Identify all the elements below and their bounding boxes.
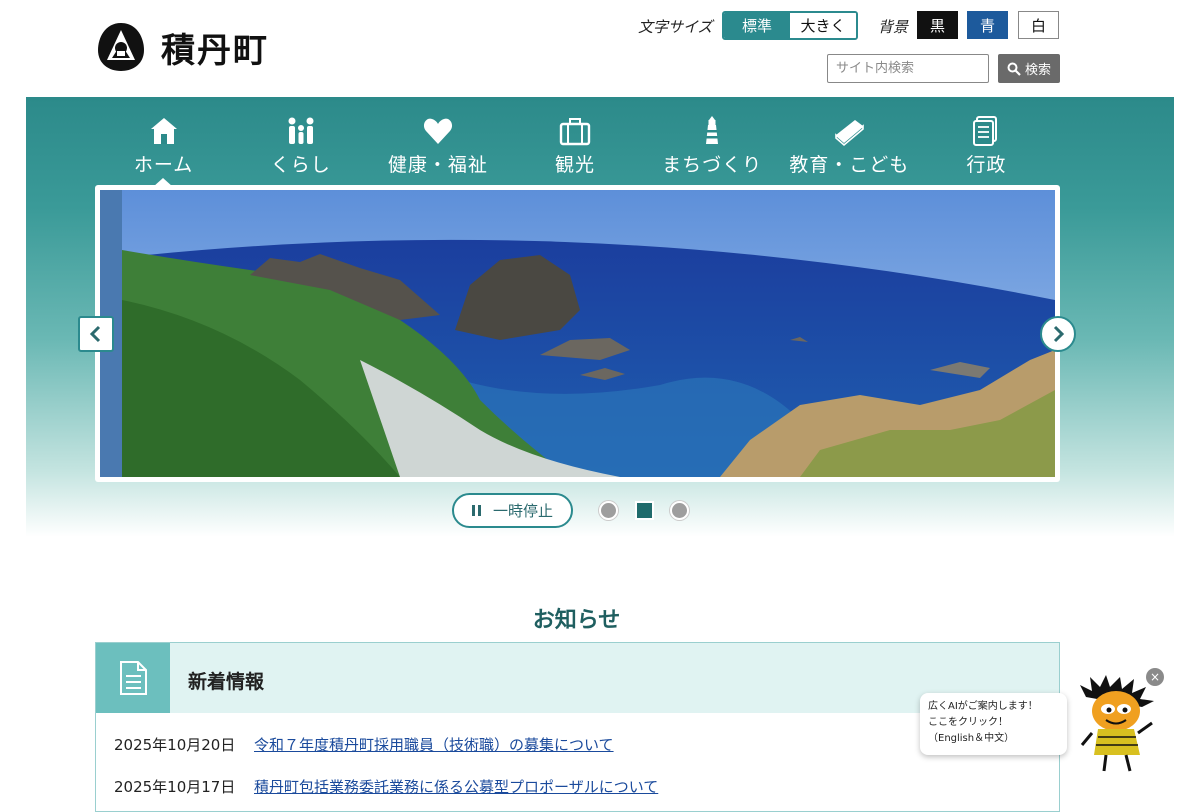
chevron-right-icon xyxy=(1053,325,1065,343)
global-nav: ホーム くらし 健康・福祉 観光 まちづくり 教育・こども 行政 xyxy=(95,112,1055,182)
slider-dot-1[interactable] xyxy=(599,501,618,520)
nav-item-label: 行政 xyxy=(966,154,1007,176)
nav-item-education[interactable]: 教育・こども xyxy=(781,112,918,182)
chevron-left-icon xyxy=(89,325,101,343)
news-link[interactable]: 令和７年度積丹町採用職員（技術職）の募集について xyxy=(254,734,614,755)
nav-item-health[interactable]: 健康・福祉 xyxy=(369,112,506,182)
nav-item-label: 観光 xyxy=(554,154,595,176)
news-list-item: 2025年10月17日 積丹町包括業務委託業務に係る公募型プロポーザルについて xyxy=(114,776,658,797)
font-size-toggle: 標準 大きく xyxy=(722,11,858,40)
background-label: 背景 xyxy=(878,18,909,36)
nav-item-town-planning[interactable]: まちづくり xyxy=(644,112,781,182)
news-header: 新着情報 xyxy=(96,643,1059,713)
nav-item-home[interactable]: ホーム xyxy=(95,112,232,182)
news-header-label: 新着情報 xyxy=(188,671,265,693)
background-black-button[interactable]: 黒 xyxy=(917,11,958,39)
slider-next-button[interactable] xyxy=(1040,316,1076,352)
family-icon xyxy=(288,117,314,144)
news-header-icon-box xyxy=(96,643,170,713)
news-link[interactable]: 積丹町包括業務委託業務に係る公募型プロポーザルについて xyxy=(254,776,658,797)
suitcase-icon xyxy=(559,118,591,146)
search-button[interactable]: 検索 xyxy=(998,54,1060,83)
document-list-icon xyxy=(120,661,147,695)
nav-item-living[interactable]: くらし xyxy=(232,112,369,182)
font-size-label: 文字サイズ xyxy=(638,18,713,36)
nav-item-label: ホーム xyxy=(133,154,194,176)
home-icon xyxy=(150,118,177,144)
slide-image-coastline xyxy=(100,190,1055,477)
site-header: 積丹町 文字サイズ 標準 大きく 背景 黒 青 白 検索 xyxy=(0,0,1200,97)
search-icon xyxy=(1007,62,1021,76)
mascot-character[interactable] xyxy=(1078,675,1160,775)
pause-button-label: 一時停止 xyxy=(492,502,553,520)
mascot-icon xyxy=(1080,675,1154,772)
slider-dot-3[interactable] xyxy=(670,501,689,520)
nav-item-tourism[interactable]: 観光 xyxy=(506,112,643,182)
font-size-large-button[interactable]: 大きく xyxy=(790,13,856,38)
slider-dot-2[interactable] xyxy=(635,501,654,520)
site-search-input[interactable] xyxy=(827,54,989,83)
pause-icon xyxy=(471,505,481,516)
ai-bubble-line: ここをクリック！ xyxy=(928,717,1008,728)
site-title: 積丹町 xyxy=(161,30,269,71)
site-logo[interactable]: 積丹町 xyxy=(95,20,269,74)
background-white-button[interactable]: 白 xyxy=(1018,11,1059,39)
lighthouse-icon xyxy=(706,116,719,144)
news-list-item: 2025年10月20日 令和７年度積丹町採用職員（技術職）の募集について xyxy=(114,734,614,755)
document-icon xyxy=(973,116,998,146)
news-date: 2025年10月17日 xyxy=(114,778,236,796)
ai-assistant-bubble[interactable]: 広くAIがご案内します！ ここをクリック！ （English＆中文） xyxy=(920,693,1067,755)
slider-prev-button[interactable] xyxy=(78,316,114,352)
town-emblem-icon xyxy=(98,23,144,71)
heart-icon xyxy=(423,118,452,144)
nav-item-label: まちづくり xyxy=(662,154,763,176)
background-blue-button[interactable]: 青 xyxy=(967,11,1008,39)
font-size-standard-button[interactable]: 標準 xyxy=(724,13,790,38)
ai-bubble-line: （English＆中文） xyxy=(928,733,1015,744)
ai-bubble-line: 広くAIがご案内します！ xyxy=(928,701,1038,712)
book-icon xyxy=(835,120,865,147)
search-button-label: 検索 xyxy=(1024,63,1051,78)
nav-item-label: くらし xyxy=(270,154,331,176)
nav-item-administration[interactable]: 行政 xyxy=(918,112,1055,182)
nav-item-label: 健康・福祉 xyxy=(387,154,488,176)
news-section-title: お知らせ xyxy=(532,608,621,633)
nav-item-label: 教育・こども xyxy=(789,154,910,176)
slider-pause-button[interactable]: 一時停止 xyxy=(452,493,573,528)
news-box: 新着情報 2025年10月20日 令和７年度積丹町採用職員（技術職）の募集につい… xyxy=(95,642,1060,812)
news-date: 2025年10月20日 xyxy=(114,736,236,754)
